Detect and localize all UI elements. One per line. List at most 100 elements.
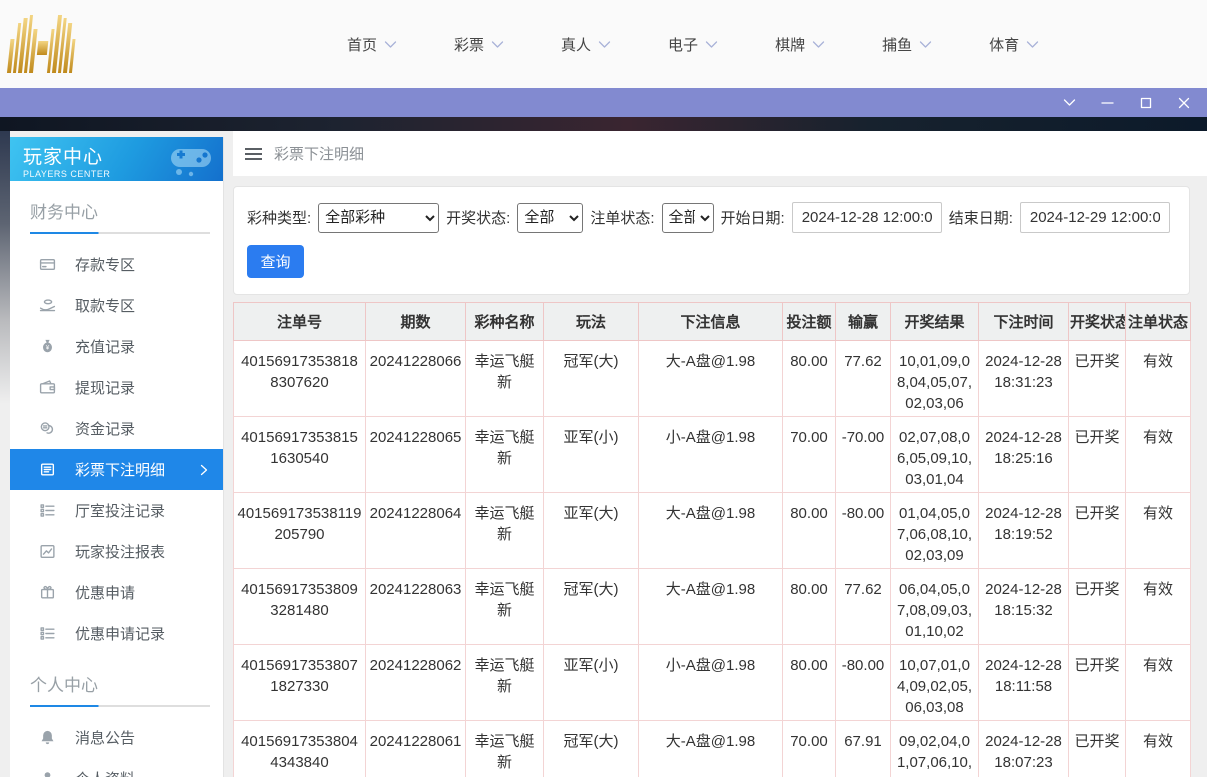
sidebar-item-deposit-label: 存款专区 [75, 257, 136, 274]
cell-order_status: 有效 [1125, 568, 1191, 645]
cell-order_status: 有效 [1125, 340, 1191, 417]
cell-order_no: 401569173538151630540 [233, 416, 366, 493]
cell-draw_result: 06,04,05,07,08,09,03,01,10,02 [890, 568, 979, 645]
sidebar-section-heading: 财务中心 [30, 203, 98, 222]
end-date-input[interactable] [1019, 202, 1170, 233]
chevron-down-icon [705, 40, 718, 49]
cell-draw_result: 10,01,09,08,04,05,07,02,03,06 [890, 340, 979, 417]
cell-period: 20241228062 [365, 644, 466, 721]
start-date-input[interactable] [791, 202, 942, 233]
sidebar-item-withdrawal-records[interactable]: 提现记录 [10, 367, 223, 408]
window-dropdown-button[interactable] [1062, 95, 1077, 110]
sidebar-item-deposit[interactable]: 存款专区 [10, 244, 223, 285]
nav-fishing[interactable]: 捕鱼 [882, 34, 932, 55]
sidebar-item-profile[interactable]: 个人资料 [10, 758, 223, 777]
cell-draw_status: 已开奖 [1068, 720, 1126, 777]
sidebar-item-withdraw-label: 取款专区 [75, 298, 136, 315]
start-date-label: 开始日期: [720, 210, 785, 227]
col-header-bet_amount: 投注额 [782, 302, 836, 341]
cell-play: 冠军(大) [543, 568, 639, 645]
cell-draw_status: 已开奖 [1068, 492, 1126, 569]
svg-text:¥: ¥ [46, 344, 50, 351]
cell-draw_result: 10,07,01,04,09,02,05,06,03,08 [890, 644, 979, 721]
order-status-select[interactable]: 全部 [661, 202, 714, 233]
main-panel: 彩票下注明细 彩种类型: 全部彩种 开奖状态: 全部 注单状态: 全部 开始日期… [233, 131, 1207, 777]
gamepad-icon [165, 139, 217, 181]
sidebar-item-fund-records[interactable]: 资金记录 [10, 408, 223, 449]
sidebar-item-messages[interactable]: 消息公告 [10, 717, 223, 758]
cell-lottery_name: 幸运飞艇新 [465, 492, 544, 569]
sidebar-section-heading: 个人中心 [30, 676, 98, 695]
cell-bet_amount: 80.00 [782, 340, 836, 417]
cell-bet_info: 大-A盘@1.98 [638, 568, 783, 645]
sidebar-item-promo-apply-label: 优惠申请 [75, 585, 136, 602]
cell-bet_info: 小-A盘@1.98 [638, 416, 783, 493]
sidebar-item-lottery-bet-details[interactable]: 彩票下注明细 [10, 449, 223, 490]
cell-lottery_name: 幸运飞艇新 [465, 568, 544, 645]
cell-bet_info: 大-A盘@1.98 [638, 340, 783, 417]
sidebar-item-promo-apply[interactable]: 优惠申请 [10, 572, 223, 613]
chevron-down-icon [1026, 40, 1039, 49]
cell-draw_status: 已开奖 [1068, 416, 1126, 493]
cell-lottery_name: 幸运飞艇新 [465, 340, 544, 417]
cell-draw_result: 01,04,05,07,06,08,10,02,03,09 [890, 492, 979, 569]
nav-chess-label: 棋牌 [775, 36, 806, 54]
nav-sports[interactable]: 体育 [989, 34, 1039, 55]
table-row: 401569173538093281480 20241228063 幸运飞艇新 冠军(… [233, 568, 1191, 645]
cell-play: 亚军(大) [543, 492, 639, 569]
col-header-order_status: 注单状态 [1125, 302, 1191, 341]
top-header: H GAME 首页 彩票 真人 电子 棋牌 捕鱼 体育 [0, 0, 1207, 88]
main-nav: 首页 彩票 真人 电子 棋牌 捕鱼 体育 [347, 34, 1039, 55]
cell-lottery_name: 幸运飞艇新 [465, 416, 544, 493]
sidebar-item-hall-bet-records[interactable]: 厅室投注记录 [10, 490, 223, 531]
sidebar-item-player-bet-report[interactable]: 玩家投注报表 [10, 531, 223, 572]
page-title: 彩票下注明细 [274, 146, 365, 163]
sidebar-item-messages-label: 消息公告 [75, 730, 136, 747]
gift-icon [39, 584, 56, 601]
chevron-down-icon [491, 40, 504, 49]
cell-play: 冠军(大) [543, 340, 639, 417]
cell-period: 20241228061 [365, 720, 466, 777]
sidebar-item-player-bet-report-label: 玩家投注报表 [75, 544, 166, 561]
window-titlebar [0, 88, 1207, 117]
sidebar-item-withdraw[interactable]: 取款专区 [10, 285, 223, 326]
filter-panel: 彩种类型: 全部彩种 开奖状态: 全部 注单状态: 全部 开始日期: 结束日期:… [233, 186, 1190, 295]
lottery-type-select[interactable]: 全部彩种 [318, 202, 440, 233]
ledger-icon [39, 461, 56, 478]
cell-win_loss: -80.00 [835, 644, 891, 721]
wallet-icon [39, 379, 56, 396]
bets-table: 注单号 期数 彩种名称 玩法 下注信息 投注额 输赢 开奖结果 下注时间 开奖状态 注单状态 401… [233, 302, 1191, 777]
site-logo[interactable]: H GAME [6, 15, 285, 73]
nav-live[interactable]: 真人 [561, 34, 611, 55]
nav-home[interactable]: 首页 [347, 34, 397, 55]
nav-slots[interactable]: 电子 [668, 34, 718, 55]
col-header-bet_info: 下注信息 [638, 302, 783, 341]
sidebar-item-recharge-records[interactable]: ¥ 充值记录 [10, 326, 223, 367]
window-close-button[interactable] [1176, 95, 1191, 110]
cell-draw_result: 02,07,08,06,05,09,10,03,01,04 [890, 416, 979, 493]
draw-status-select[interactable]: 全部 [517, 202, 584, 233]
end-date-label: 结束日期: [948, 210, 1013, 227]
sidebar-item-profile-label: 个人资料 [75, 768, 135, 777]
nav-lottery-label: 彩票 [454, 36, 485, 54]
cell-bet_info: 大-A盘@1.98 [638, 492, 783, 569]
cell-order_no: 401569173538071827330 [233, 644, 366, 721]
menu-toggle-icon[interactable] [245, 147, 262, 161]
table-row: 401569173538071827330 20241228062 幸运飞艇新 亚军(… [233, 644, 1191, 721]
cell-bet_amount: 80.00 [782, 644, 836, 721]
search-button[interactable]: 查询 [247, 245, 304, 278]
sidebar-item-promo-apply-records[interactable]: 优惠申请记录 [10, 613, 223, 654]
table-row: 401569173538119205790 20241228064 幸运飞艇新 亚军(… [233, 492, 1191, 569]
chevron-down-icon [812, 40, 825, 49]
cell-bet_time: 2024-12-28 18:19:52 [978, 492, 1069, 569]
col-header-period: 期数 [365, 302, 466, 341]
nav-chess[interactable]: 棋牌 [775, 34, 825, 55]
list-icon [39, 625, 56, 642]
cell-lottery_name: 幸运飞艇新 [465, 720, 544, 777]
nav-lottery[interactable]: 彩票 [454, 34, 504, 55]
cell-win_loss: 67.91 [835, 720, 891, 777]
cell-period: 20241228063 [365, 568, 466, 645]
window-minimize-button[interactable] [1100, 95, 1115, 110]
section-underline [30, 705, 210, 707]
window-maximize-button[interactable] [1138, 95, 1153, 110]
